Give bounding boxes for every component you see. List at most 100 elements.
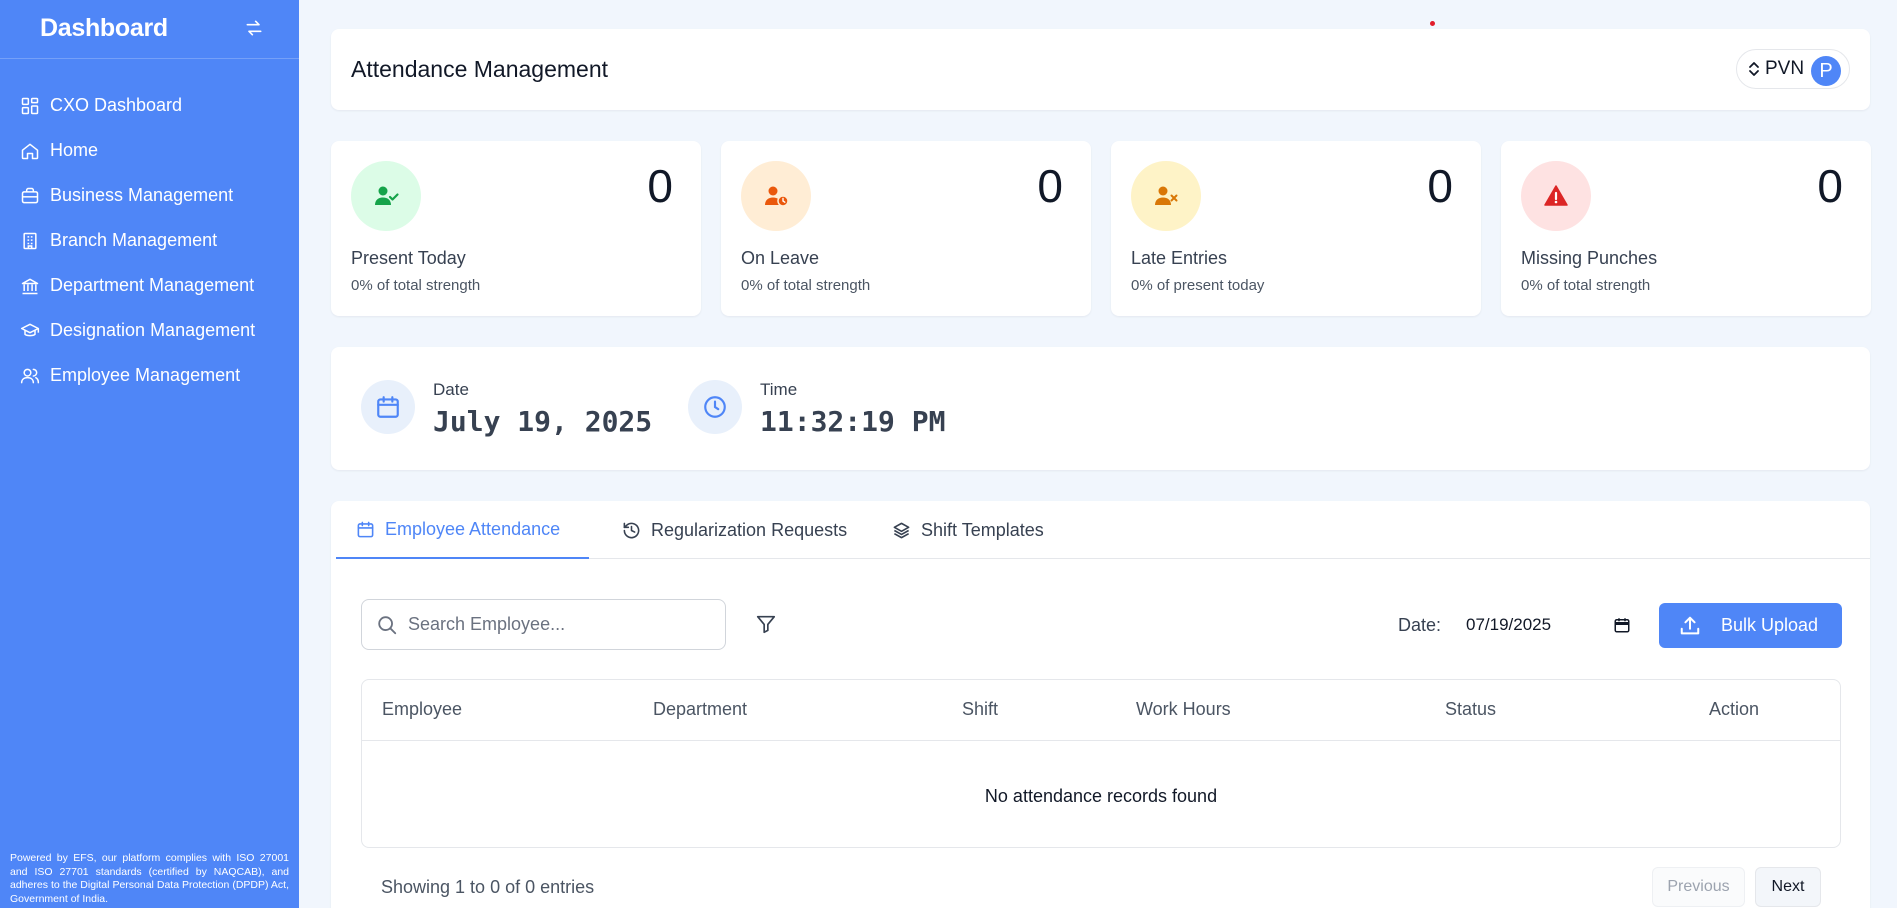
column-header-status[interactable]: Status xyxy=(1445,699,1496,720)
search-input[interactable] xyxy=(408,614,708,635)
sidebar-nav: CXO Dashboard Home Business Management B… xyxy=(0,83,299,398)
compliance-footer: Powered by EFS, our platform complies wi… xyxy=(10,852,289,905)
sidebar-title: Dashboard xyxy=(40,14,168,42)
sidebar-item-cxo-dashboard[interactable]: CXO Dashboard xyxy=(0,83,299,128)
search-box xyxy=(361,599,726,650)
search-icon xyxy=(378,615,397,634)
stat-value: 0 xyxy=(1427,160,1453,212)
date-icon-circle xyxy=(361,380,415,434)
sidebar-item-label: Business Management xyxy=(50,185,234,205)
graduation-cap-icon xyxy=(20,323,40,336)
layers-icon xyxy=(893,522,910,538)
tab-label: Regularization Requests xyxy=(651,519,848,540)
time-label: Time xyxy=(760,380,798,399)
sidebar-item-business-management[interactable]: Business Management xyxy=(0,173,299,218)
filter-icon[interactable] xyxy=(755,613,777,635)
date-label: Date xyxy=(433,380,469,399)
home-icon xyxy=(21,143,39,159)
stat-icon-circle xyxy=(1131,161,1201,231)
pagination-summary: Showing 1 to 0 of 0 entries xyxy=(381,877,595,897)
time-value: 11:32:19 PM xyxy=(760,405,946,438)
alert-triangle-icon xyxy=(1544,185,1568,206)
upload-icon xyxy=(1680,616,1700,634)
date-filter-label: Date: xyxy=(1398,615,1442,635)
tab-employee-attendance[interactable]: Employee Attendance xyxy=(336,501,589,559)
sidebar-item-label: Designation Management xyxy=(50,320,256,340)
datetime-card: Date July 19, 2025 Time 11:32:19 PM xyxy=(331,347,1870,470)
sidebar-item-label: Branch Management xyxy=(50,230,218,250)
clock-icon xyxy=(704,396,726,418)
stat-card-missing-punches: 0 Missing Punches 0% of total strength xyxy=(1501,141,1871,316)
bulk-upload-button[interactable]: Bulk Upload xyxy=(1659,603,1842,648)
sidebar-item-employee-management[interactable]: Employee Management xyxy=(0,353,299,398)
calendar-icon xyxy=(377,396,399,418)
user-menu-button[interactable]: PVN P xyxy=(1736,49,1850,89)
stat-subtext: 0% of present today xyxy=(1131,277,1265,294)
column-header-shift[interactable]: Shift xyxy=(962,699,998,720)
sidebar: Dashboard CXO Dashboard Home Business Ma… xyxy=(0,0,299,908)
user-clock-icon xyxy=(765,186,789,207)
sidebar-header: Dashboard xyxy=(0,0,299,59)
user-x-icon xyxy=(1155,186,1178,205)
date-picker-input[interactable]: 07/19/2025 xyxy=(1466,605,1635,645)
sidebar-item-label: Department Management xyxy=(50,275,255,295)
sidebar-item-label: Home xyxy=(50,140,99,160)
stat-label: On Leave xyxy=(741,248,820,268)
avatar: P xyxy=(1811,56,1841,86)
previous-page-button[interactable]: Previous xyxy=(1652,867,1745,907)
column-header-action[interactable]: Action xyxy=(1709,699,1759,720)
stat-label: Missing Punches xyxy=(1521,248,1658,268)
users-icon xyxy=(20,368,40,383)
tab-regularization-requests[interactable]: Regularization Requests xyxy=(602,501,867,559)
date-picker-value: 07/19/2025 xyxy=(1466,615,1552,634)
sidebar-item-department-management[interactable]: Department Management xyxy=(0,263,299,308)
stat-label: Present Today xyxy=(351,248,466,268)
table-header: Employee Department Shift Work Hours Sta… xyxy=(362,680,1840,741)
column-header-work-hours[interactable]: Work Hours xyxy=(1136,699,1231,720)
sidebar-item-home[interactable]: Home xyxy=(0,128,299,173)
next-page-button[interactable]: Next xyxy=(1755,867,1821,907)
tab-label: Employee Attendance xyxy=(385,518,561,539)
notification-dot xyxy=(1430,21,1435,26)
stat-label: Late Entries xyxy=(1131,248,1228,268)
tab-label: Shift Templates xyxy=(921,519,1044,540)
building-icon xyxy=(23,232,37,249)
empty-state-message: No attendance records found xyxy=(984,786,1218,806)
briefcase-icon xyxy=(21,187,39,203)
stat-value: 0 xyxy=(1037,160,1063,212)
tab-bar: Employee Attendance Regularization Reque… xyxy=(336,501,1870,559)
tab-shift-templates[interactable]: Shift Templates xyxy=(872,501,1064,559)
sidebar-item-label: CXO Dashboard xyxy=(50,95,183,115)
chevrons-up-down-icon xyxy=(1749,62,1759,76)
user-check-icon xyxy=(375,186,399,205)
stat-subtext: 0% of total strength xyxy=(1521,277,1651,294)
stat-subtext: 0% of total strength xyxy=(351,277,481,294)
page-title: Attendance Management xyxy=(351,56,609,82)
collapse-toggle-icon[interactable] xyxy=(244,18,264,38)
grid-icon xyxy=(21,97,39,114)
sidebar-item-branch-management[interactable]: Branch Management xyxy=(0,218,299,263)
bulk-upload-label: Bulk Upload xyxy=(1721,615,1819,635)
stat-card-late-entries: 0 Late Entries 0% of present today xyxy=(1111,141,1481,316)
attendance-table: Employee Department Shift Work Hours Sta… xyxy=(361,679,1841,848)
stat-value: 0 xyxy=(1817,160,1843,212)
stat-icon-circle xyxy=(1521,161,1591,231)
calendar-icon xyxy=(357,521,374,537)
user-name: PVN xyxy=(1765,58,1805,79)
stat-icon-circle xyxy=(351,161,421,231)
column-header-employee[interactable]: Employee xyxy=(382,699,462,720)
stat-card-on-leave: 0 On Leave 0% of total strength xyxy=(721,141,1091,316)
page-header: Attendance Management PVN P xyxy=(331,29,1870,110)
landmark-icon xyxy=(21,278,39,294)
stat-value: 0 xyxy=(647,160,673,212)
stat-subtext: 0% of total strength xyxy=(741,277,871,294)
attendance-panel: Employee Attendance Regularization Reque… xyxy=(331,501,1870,908)
sidebar-item-label: Employee Management xyxy=(50,365,241,385)
calendar-picker-icon[interactable] xyxy=(1613,616,1631,634)
date-value: July 19, 2025 xyxy=(433,405,653,438)
stat-icon-circle xyxy=(741,161,811,231)
sidebar-item-designation-management[interactable]: Designation Management xyxy=(0,308,299,353)
history-icon xyxy=(623,522,640,538)
column-header-department[interactable]: Department xyxy=(653,699,747,720)
stat-card-present-today: 0 Present Today 0% of total strength xyxy=(331,141,701,316)
